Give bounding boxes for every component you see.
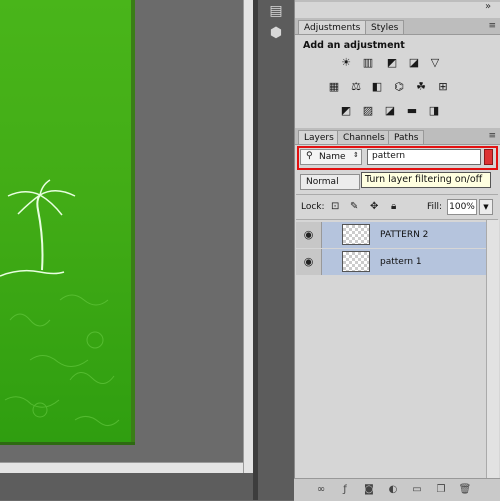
layers-scrollbar[interactable]	[486, 220, 499, 478]
eye-icon[interactable]: ◉	[296, 222, 322, 248]
panel-menu-icon[interactable]: ≡	[486, 131, 496, 141]
new-group-icon[interactable]: ▭	[410, 483, 424, 497]
lock-transparent-pixels-icon[interactable]: ⊡	[331, 201, 339, 212]
adjustment-layer-icon[interactable]: ◐	[386, 483, 400, 497]
fill-input[interactable]: 100%	[447, 199, 477, 215]
top-tabbar-remnant	[295, 0, 500, 2]
add-mask-icon[interactable]: ◙	[362, 483, 376, 497]
delete-layer-icon[interactable]: 🗑︎	[458, 483, 472, 497]
layer-thumbnail	[342, 224, 370, 245]
status-bar	[0, 473, 258, 500]
search-icon: ⚲	[306, 151, 313, 161]
gradient-map-icon[interactable]: ▬	[405, 105, 419, 117]
filter-toggle-tooltip: Turn layer filtering on/off	[361, 172, 491, 188]
collapsed-panel-strip: ▤ ⬢	[258, 0, 294, 500]
updown-arrows-icon: ⇕	[353, 151, 359, 159]
threshold-icon[interactable]: ◪	[383, 105, 397, 117]
link-layers-icon[interactable]: ∞	[314, 483, 328, 497]
brightness-contrast-icon[interactable]: ☀	[339, 57, 353, 69]
layer-name: pattern 1	[380, 257, 422, 267]
lock-position-icon[interactable]: ✥	[370, 201, 378, 212]
lock-all-icon[interactable]: 🔒︎	[391, 201, 396, 212]
adjustments-heading: Add an adjustment	[303, 40, 405, 51]
filter-kind-value: Name	[319, 152, 346, 162]
history-icon[interactable]: ▤	[264, 0, 288, 22]
document-bottom-edge	[0, 442, 135, 445]
tab-styles[interactable]: Styles	[365, 20, 405, 34]
fill-dropdown-arrow-icon[interactable]: ▼	[479, 199, 493, 215]
divider	[296, 219, 498, 220]
layer-thumbnail	[342, 251, 370, 272]
eye-icon[interactable]: ◉	[296, 249, 322, 275]
gradient-triangle-icon[interactable]: ▽	[428, 57, 442, 69]
invert-icon[interactable]: ◩	[339, 105, 353, 117]
3d-cube-icon[interactable]: ⬢	[264, 22, 288, 44]
posterize-icon[interactable]: ▨	[361, 105, 375, 117]
tab-layers[interactable]: Layers	[298, 130, 340, 144]
document-image[interactable]	[0, 0, 131, 442]
color-balance-icon[interactable]: ⚖	[349, 81, 363, 93]
document-edge	[131, 0, 135, 444]
palm-tree-illustration	[0, 179, 120, 426]
vibrance-icon[interactable]: ▦	[327, 81, 341, 93]
lock-image-pixels-icon[interactable]: ✎	[350, 201, 358, 212]
adjustments-tabbar: Adjustments Styles ≡	[295, 18, 500, 35]
layer-row[interactable]: ◉ PATTERN 2	[296, 222, 486, 248]
layer-row[interactable]: ◉ pattern 1	[296, 249, 486, 275]
tab-channels[interactable]: Channels	[337, 130, 391, 144]
color-lookup-icon[interactable]: ⊞	[436, 81, 450, 93]
filter-kind-select[interactable]: ⚲ Name ⇕	[300, 149, 362, 165]
tab-adjustments[interactable]: Adjustments	[298, 20, 367, 34]
layers-bottom-bar: ∞ ƒ ◙ ◐ ▭ ❐ 🗑︎	[294, 478, 500, 501]
panel-menu-icon[interactable]: ≡	[486, 21, 496, 31]
fx-icon[interactable]: ƒ	[338, 483, 352, 497]
blend-mode-select[interactable]: Normal	[300, 174, 360, 190]
black-white-icon[interactable]: ◧	[370, 81, 384, 93]
lock-label: Lock:	[301, 202, 325, 212]
tab-paths[interactable]: Paths	[388, 130, 425, 144]
filter-name-input[interactable]: pattern	[367, 149, 481, 165]
divider	[296, 194, 498, 195]
layer-name: PATTERN 2	[380, 230, 429, 240]
new-layer-icon[interactable]: ❐	[434, 483, 448, 497]
selective-color-icon[interactable]: ◨	[427, 105, 441, 117]
fill-label: Fill:	[427, 202, 443, 212]
curves-icon[interactable]: ◩	[385, 57, 399, 69]
exposure-icon[interactable]: ◪	[407, 57, 421, 69]
channel-mixer-icon[interactable]: ☘	[414, 81, 428, 93]
layers-tabbar: Layers Channels Paths ≡	[295, 128, 500, 145]
levels-icon[interactable]: ▥	[361, 57, 375, 69]
photo-filter-icon[interactable]: ⌬	[392, 81, 406, 93]
collapse-icon[interactable]: »	[485, 1, 491, 12]
filter-toggle-switch[interactable]	[484, 149, 493, 165]
